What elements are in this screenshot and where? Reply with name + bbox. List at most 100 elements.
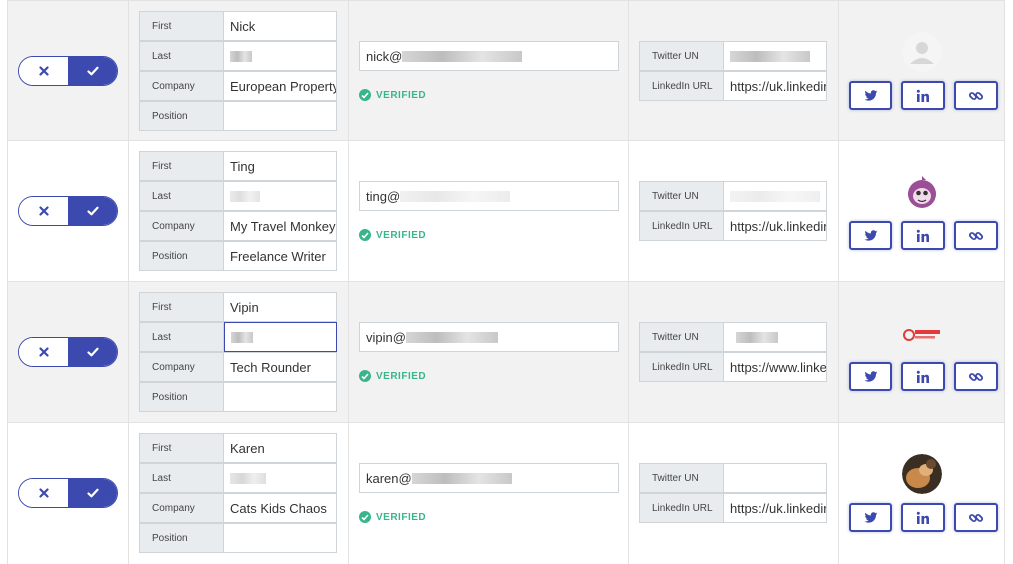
default-avatar [902, 32, 942, 72]
position-field[interactable]: Freelance Writer [224, 241, 337, 271]
approval-toggle[interactable] [18, 196, 118, 226]
link-icon [968, 513, 984, 522]
linkedin-button[interactable] [901, 503, 945, 532]
linkedin-field[interactable]: https://www.linkec [724, 352, 827, 382]
twitter-icon [864, 511, 877, 523]
last-name-field[interactable] [224, 322, 337, 352]
linkedin-button[interactable] [901, 362, 945, 391]
company-label: Company [139, 211, 224, 241]
email-prefix: ting@ [366, 188, 401, 204]
twitter-button[interactable] [849, 81, 892, 110]
monkey-logo [902, 172, 942, 212]
contact-row: First Nick Last Company European Property … [7, 0, 1005, 141]
check-circle-icon [359, 89, 371, 101]
first-name-field[interactable]: Vipin [224, 292, 337, 322]
first-label: First [139, 433, 224, 463]
reject-button[interactable] [19, 57, 68, 85]
reject-button[interactable] [19, 338, 68, 366]
approve-button[interactable] [68, 338, 117, 366]
close-icon [38, 488, 49, 498]
position-label: Position [139, 382, 224, 412]
approval-toggle[interactable] [18, 337, 118, 367]
twitter-icon [864, 370, 877, 382]
last-name-field[interactable] [224, 41, 337, 71]
link-icon [968, 372, 984, 381]
approval-toggle[interactable] [18, 56, 118, 86]
social-cell: Twitter UN LinkedIn URL https://uk.linked… [629, 1, 839, 140]
twitter-field[interactable] [724, 41, 827, 71]
redacted-text [402, 50, 523, 62]
email-field[interactable]: vipin@ [359, 322, 619, 352]
website-link-button[interactable] [954, 503, 998, 532]
actions-cell [839, 1, 1006, 140]
approval-cell [8, 282, 129, 422]
twitter-label: Twitter UN [639, 463, 724, 493]
twitter-button[interactable] [849, 362, 892, 391]
linkedin-button[interactable] [901, 221, 945, 250]
redacted-text [231, 331, 253, 343]
linkedin-label: LinkedIn URL [639, 352, 724, 382]
company-label: Company [139, 71, 224, 101]
position-field[interactable] [224, 523, 337, 553]
email-field[interactable]: ting@ [359, 181, 619, 211]
website-link-button[interactable] [954, 81, 998, 110]
actions-cell [839, 423, 1006, 564]
email-prefix: nick@ [366, 48, 403, 64]
approval-cell [8, 141, 129, 281]
redacted-text [411, 472, 512, 484]
email-prefix: karen@ [366, 470, 412, 486]
twitter-label: Twitter UN [639, 181, 724, 211]
reject-button[interactable] [19, 479, 68, 507]
company-field[interactable]: Cats Kids Chaos [224, 493, 337, 523]
website-link-button[interactable] [954, 362, 998, 391]
verified-badge: VERIFIED [359, 370, 426, 382]
last-label: Last [139, 41, 224, 71]
last-name-field[interactable] [224, 181, 337, 211]
first-name-field[interactable]: Ting [224, 151, 337, 181]
twitter-button[interactable] [849, 503, 892, 532]
approve-button[interactable] [68, 197, 117, 225]
company-field[interactable]: My Travel Monkey [224, 211, 337, 241]
linkedin-button[interactable] [901, 81, 945, 110]
position-field[interactable] [224, 101, 337, 131]
contacts-table: First Nick Last Company European Property … [7, 0, 1005, 564]
company-label: Company [139, 352, 224, 382]
reject-button[interactable] [19, 197, 68, 225]
company-field[interactable]: European Property [224, 71, 337, 101]
last-label: Last [139, 322, 224, 352]
contact-row: First Vipin Last Company Tech Rounder Posi… [7, 282, 1005, 423]
verified-label: VERIFIED [376, 89, 427, 101]
verified-label: VERIFIED [376, 511, 427, 523]
position-field[interactable] [224, 382, 337, 412]
position-label: Position [139, 241, 224, 271]
approval-toggle[interactable] [18, 478, 118, 508]
first-name-field[interactable]: Nick [224, 11, 337, 41]
check-circle-icon [359, 511, 371, 523]
linkedin-icon [916, 370, 929, 383]
linkedin-icon [916, 229, 929, 242]
website-link-button[interactable] [954, 221, 998, 250]
linkedin-field[interactable]: https://uk.linkedin [724, 493, 827, 523]
check-circle-icon [359, 370, 371, 382]
tech-rounder-logo [902, 313, 942, 353]
approve-button[interactable] [68, 57, 117, 85]
redacted-text [230, 190, 260, 202]
linkedin-field[interactable]: https://uk.linkedin [724, 211, 827, 241]
twitter-field[interactable] [724, 463, 827, 493]
contact-row: First Ting Last Company My Travel Monkey P… [7, 141, 1005, 282]
company-field[interactable]: Tech Rounder [224, 352, 337, 382]
contact-row: First Karen Last Company Cats Kids Chaos P… [7, 423, 1005, 564]
twitter-button[interactable] [849, 221, 892, 250]
email-field[interactable]: nick@ [359, 41, 619, 71]
linkedin-field[interactable]: https://uk.linkedin [724, 71, 827, 101]
last-name-field[interactable] [224, 463, 337, 493]
first-name-field[interactable]: Karen [224, 433, 337, 463]
approve-button[interactable] [68, 479, 117, 507]
linkedin-label: LinkedIn URL [639, 211, 724, 241]
twitter-field[interactable] [724, 181, 827, 211]
verified-label: VERIFIED [376, 370, 427, 382]
twitter-field[interactable] [724, 322, 827, 352]
email-cell: vipin@ VERIFIED [349, 282, 629, 422]
name-cell: First Ting Last Company My Travel Monkey P… [129, 141, 349, 281]
email-field[interactable]: karen@ [359, 463, 619, 493]
